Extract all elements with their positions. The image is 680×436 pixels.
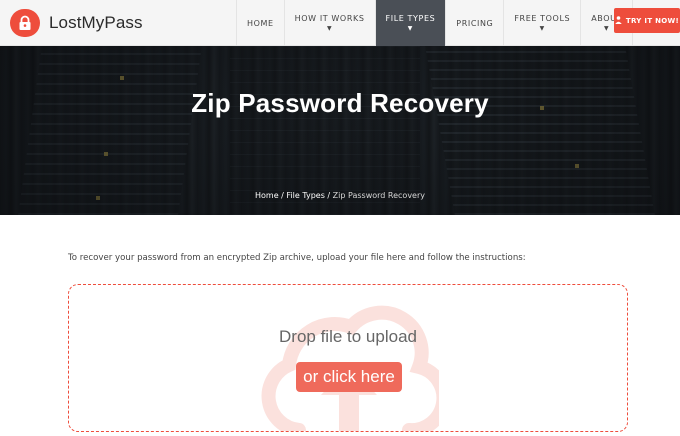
hero-banner: Zip Password Recovery Home / File Types …	[0, 46, 680, 215]
nav-how-it-works[interactable]: HOW IT WORKS ▼	[283, 0, 375, 46]
breadcrumb-current: Zip Password Recovery	[332, 191, 425, 200]
nav-file-types[interactable]: FILE TYPES ▼	[374, 0, 446, 46]
caret-down-icon: ▼	[604, 25, 610, 32]
nav-label: FREE TOOLS	[514, 14, 571, 23]
nav-label: HOME	[247, 18, 274, 28]
nav-label: HOW IT WORKS	[294, 14, 365, 23]
page-title: Zip Password Recovery	[191, 88, 489, 118]
nav-pricing[interactable]: PRICING	[445, 0, 503, 46]
breadcrumb: Home / File Types / Zip Password Recover…	[0, 191, 680, 200]
hero-overlay	[0, 46, 680, 215]
file-dropzone[interactable]: Drop file to upload or click here	[68, 284, 628, 432]
breadcrumb-home[interactable]: Home	[255, 191, 279, 200]
nav-label: FILE TYPES	[385, 14, 436, 23]
caret-down-icon: ▼	[539, 25, 545, 32]
breadcrumb-file-types[interactable]: File Types	[286, 191, 324, 200]
try-it-now-label: TRY IT NOW!	[625, 16, 680, 25]
site-header: LostMyPass HOME HOW IT WORKS ▼ FILE TYPE…	[0, 0, 680, 46]
caret-down-icon: ▼	[326, 25, 333, 32]
nav-free-tools[interactable]: FREE TOOLS ▼	[503, 0, 580, 46]
nav-home[interactable]: HOME	[236, 0, 284, 46]
person-icon	[615, 15, 622, 26]
main-nav: HOME HOW IT WORKS ▼ FILE TYPES ▼ PRICING…	[236, 0, 634, 46]
site-logo[interactable]: LostMyPass	[10, 9, 143, 37]
breadcrumb-separator: /	[324, 191, 333, 200]
caret-down-icon: ▼	[407, 25, 414, 32]
upload-instructions: To recover your password from an encrypt…	[68, 253, 526, 263]
drop-prompt: Drop file to upload	[279, 327, 417, 346]
click-here-button[interactable]: or click here	[296, 362, 402, 392]
lock-icon	[10, 9, 40, 37]
nav-label: PRICING	[456, 18, 494, 28]
try-it-now-button[interactable]: TRY IT NOW!	[614, 8, 680, 33]
brand-name: LostMyPass	[49, 13, 143, 32]
